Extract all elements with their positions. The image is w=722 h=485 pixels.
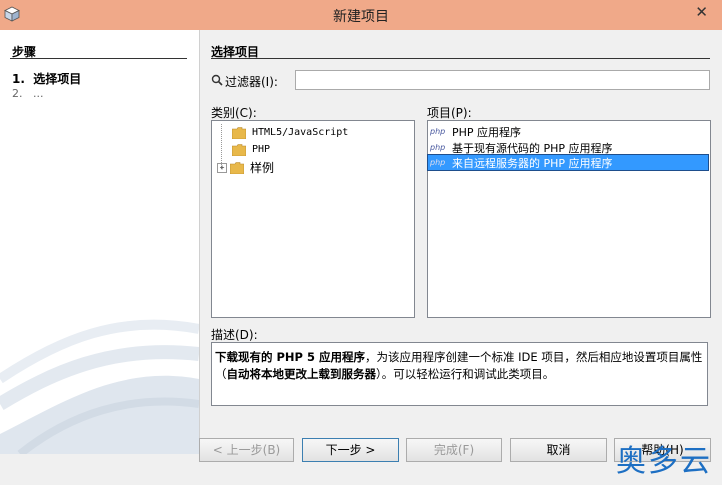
php-icon: php <box>430 158 446 167</box>
category-label: PHP <box>252 144 271 155</box>
finish-button[interactable]: 完成(F) <box>406 438 502 462</box>
category-item[interactable]: PHP <box>231 141 271 158</box>
title-bar: 新建项目 ✕ <box>0 0 722 30</box>
step-label: 选择项目 <box>33 72 82 86</box>
filter-label-text: 过滤器(I): <box>225 75 278 89</box>
project-label: 来自远程服务器的 PHP 应用程序 <box>452 156 613 170</box>
window-title: 新建项目 <box>333 9 389 25</box>
project-label: 基于现有源代码的 PHP 应用程序 <box>452 141 613 155</box>
projects-list[interactable]: php PHP 应用程序 php 基于现有源代码的 PHP 应用程序 php 来… <box>427 120 711 318</box>
step-item-1: 1. 选择项目 <box>12 70 81 87</box>
step-label: ... <box>33 87 44 100</box>
project-label: PHP 应用程序 <box>452 125 522 139</box>
description-label: 描述(D): <box>211 328 258 342</box>
php-icon: php <box>430 143 446 152</box>
folder-icon <box>231 144 247 157</box>
cancel-button[interactable]: 取消 <box>510 438 607 462</box>
project-item-selected[interactable]: php 来自远程服务器的 PHP 应用程序 <box>427 154 709 171</box>
watermark-text: 奥多云 <box>616 444 712 479</box>
next-button[interactable]: 下一步 > <box>302 438 399 462</box>
expand-icon[interactable]: + <box>217 162 227 173</box>
description-bold: 自动将本地更改上载到服务器 <box>226 367 377 381</box>
project-item[interactable]: php 基于现有源代码的 PHP 应用程序 <box>428 140 708 155</box>
decorative-swoosh <box>0 319 199 454</box>
steps-divider <box>10 58 187 59</box>
description-box: 下载现有的 PHP 5 应用程序，为该应用程序创建一个标准 IDE 项目，然后相… <box>211 342 708 406</box>
step-number: 1. <box>12 72 25 86</box>
php-icon: php <box>430 127 446 136</box>
steps-panel: 步骤 1. 选择项目 2. ... <box>0 30 200 454</box>
folder-icon <box>231 127 247 140</box>
section-divider <box>211 58 710 59</box>
category-label: 样例 <box>250 161 275 175</box>
category-item[interactable]: HTML5/JavaScript <box>231 124 349 141</box>
categories-label: 类别(C): <box>211 106 257 120</box>
main-content: 选择项目 过滤器(I): 类别(C): HTML5/JavaScript PHP… <box>200 30 722 454</box>
step-item-2: 2. ... <box>12 87 44 100</box>
category-item[interactable]: + 样例 <box>217 159 274 176</box>
description-bold: 下载现有的 PHP 5 应用程序 <box>215 350 365 364</box>
category-label: HTML5/JavaScript <box>252 127 349 138</box>
filter-label: 过滤器(I): <box>211 73 278 90</box>
step-number: 2. <box>12 87 23 100</box>
projects-label: 项目(P): <box>427 106 472 120</box>
categories-tree[interactable]: HTML5/JavaScript PHP + 样例 <box>211 120 415 318</box>
filter-input[interactable] <box>295 70 710 90</box>
back-button[interactable]: < 上一步(B) <box>199 438 294 462</box>
close-icon[interactable]: ✕ <box>695 3 708 21</box>
folder-icon <box>229 162 245 175</box>
description-text: ）。可以轻松运行和调试此类项目。 <box>376 367 555 381</box>
project-item[interactable]: php PHP 应用程序 <box>428 124 708 139</box>
search-icon <box>211 74 225 89</box>
